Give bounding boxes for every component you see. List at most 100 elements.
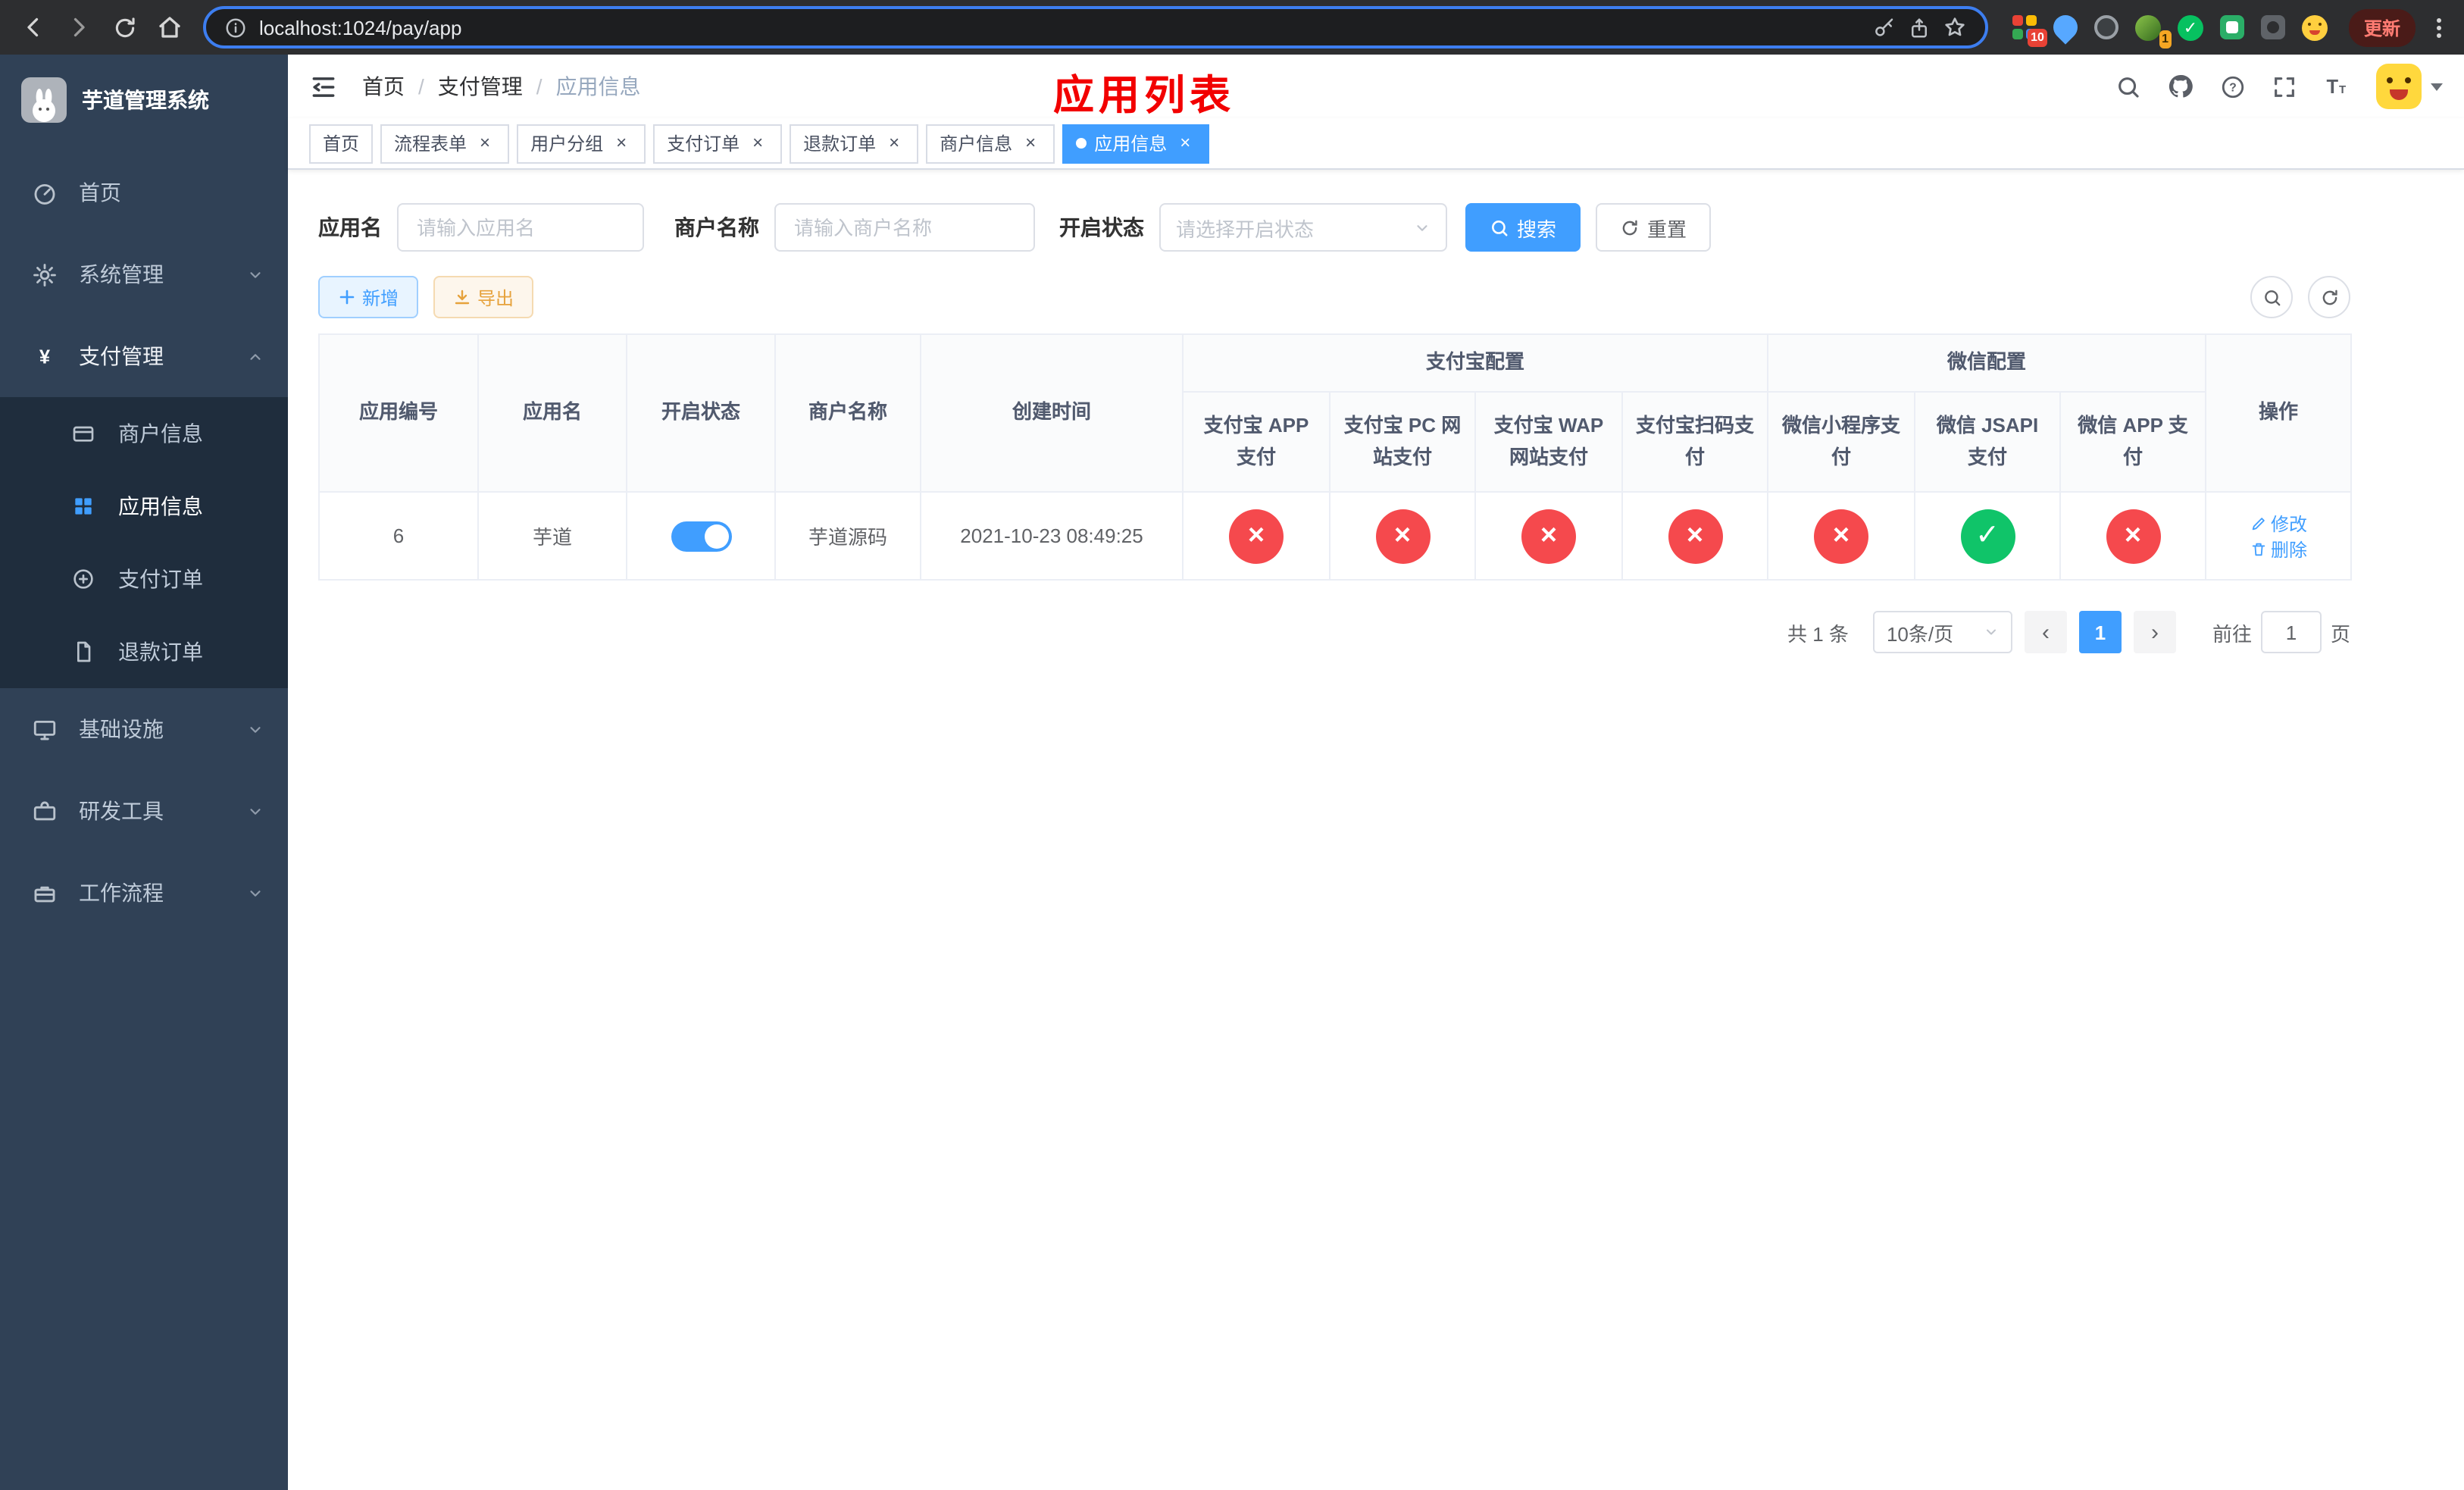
tab-app-info[interactable]: 应用信息 (1062, 124, 1210, 163)
reset-button[interactable]: 重置 (1596, 203, 1712, 252)
close-icon[interactable] (747, 133, 768, 154)
current-page-button[interactable]: 1 (2078, 611, 2122, 653)
close-icon[interactable] (474, 133, 496, 154)
status-disabled-icon: × (1375, 509, 1430, 563)
group-alipay-config: 支付宝配置 (1181, 333, 1769, 393)
edit-link[interactable]: 修改 (2250, 510, 2307, 536)
app-name-input[interactable] (397, 203, 644, 252)
col-alipay-wap: 支付宝 WAP 网站支付 (1474, 391, 1623, 493)
chevron-up-icon (247, 348, 264, 365)
content: 应用名 商户名称 开启状态 请选择开启状态 搜索 重置 (288, 170, 2464, 1490)
tab-flow-form[interactable]: 流程表单 (380, 124, 510, 163)
extension-smiley-avatar[interactable] (2301, 14, 2328, 40)
browser-reload-icon[interactable] (103, 6, 145, 49)
close-icon[interactable] (611, 133, 632, 154)
payment-submenu: 商户信息 应用信息 支付订单 退款订单 (0, 397, 288, 688)
browser-back-icon[interactable] (12, 6, 55, 49)
extension-puzzle-icon[interactable] (2260, 15, 2285, 39)
sidebar-item-payment[interactable]: ¥ 支付管理 (0, 315, 288, 397)
tab-merchant-info[interactable]: 商户信息 (926, 124, 1055, 163)
col-alipay-app: 支付宝 APP 支付 (1182, 391, 1330, 493)
refresh-table-button[interactable] (2308, 276, 2350, 318)
page-size-select[interactable]: 10条/页 (1872, 611, 2012, 653)
extension-green-square-icon[interactable] (2219, 15, 2244, 39)
goto-page-input[interactable] (2260, 611, 2322, 653)
export-button[interactable]: 导出 (433, 276, 534, 318)
col-alipay-pc: 支付宝 PC 网站支付 (1329, 391, 1476, 493)
browser-home-icon[interactable] (149, 6, 191, 49)
sidebar-item-home[interactable]: 首页 (0, 152, 288, 233)
tab-pay-order[interactable]: 支付订单 (653, 124, 783, 163)
site-info-icon[interactable] (224, 16, 247, 39)
page-title: 应用列表 (1053, 73, 1235, 118)
address-bar[interactable]: localhost:1024/pay/app (203, 6, 1988, 49)
sidebar-logo[interactable]: 芋道管理系统 (0, 55, 288, 146)
sidebar-subitem-merchant-info[interactable]: 商户信息 (0, 397, 288, 470)
sidebar-subitem-refund-order[interactable]: 退款订单 (0, 615, 288, 688)
prev-page-button[interactable] (2024, 611, 2067, 653)
breadcrumb-payment[interactable]: 支付管理 (438, 71, 523, 102)
browser-menu-icon[interactable] (2425, 17, 2452, 37)
github-icon[interactable] (2167, 73, 2194, 100)
tab-refund-order[interactable]: 退款订单 (790, 124, 919, 163)
next-page-button[interactable] (2133, 611, 2176, 653)
document-icon (70, 638, 97, 665)
table-header-row: 应用编号 应用名 开启状态 商户名称 创建时间 支付宝配置 微信配置 操作 (318, 333, 2353, 493)
close-icon[interactable] (1020, 133, 1041, 154)
url-text[interactable]: localhost:1024/pay/app (259, 16, 461, 39)
sidebar-subitem-app-info[interactable]: 应用信息 (0, 470, 288, 543)
user-menu[interactable] (2376, 64, 2443, 109)
show-search-button[interactable] (2250, 276, 2293, 318)
extension-dark-circle-icon[interactable] (2093, 15, 2118, 39)
status-toggle[interactable] (671, 521, 731, 551)
sidebar-item-infrastructure[interactable]: 基础设施 (0, 688, 288, 770)
delete-link[interactable]: 删除 (2250, 536, 2307, 562)
extension-colorful-icon[interactable]: 10 (2012, 15, 2047, 47)
sidebar-subitem-payment-order[interactable]: 支付订单 (0, 543, 288, 615)
help-icon[interactable]: ? (2220, 74, 2246, 99)
sidebar: 芋道管理系统 首页 系统管理 ¥ 支付管理 商户信息 应用信息 支付订单 退款订… (0, 55, 288, 1490)
logo-rabbit-icon (21, 77, 67, 123)
status-disabled-icon: × (1814, 509, 1869, 563)
avatar[interactable] (2376, 64, 2422, 109)
sidebar-item-label: 基础设施 (79, 717, 164, 741)
close-icon[interactable] (883, 133, 905, 154)
extension-avatar-icon[interactable]: 1 (2134, 14, 2172, 48)
yen-icon: ¥ (30, 343, 58, 370)
add-button[interactable]: 新增 (318, 276, 419, 318)
sidebar-item-workflow[interactable]: 工作流程 (0, 852, 288, 934)
breadcrumb-separator (418, 74, 424, 99)
gear-icon (30, 261, 58, 288)
chevron-down-icon (1417, 224, 1427, 230)
tab-home[interactable]: 首页 (309, 124, 374, 163)
font-size-icon[interactable]: TT (2323, 73, 2350, 100)
cell-app-name: 芋道 (477, 491, 627, 581)
sidebar-collapse-icon[interactable] (309, 72, 338, 101)
browser-forward-icon[interactable] (58, 6, 100, 49)
tab-user-group[interactable]: 用户分组 (517, 124, 646, 163)
extension-check-icon[interactable]: ✓ (2177, 14, 2203, 40)
fullscreen-icon[interactable] (2272, 74, 2297, 99)
table-toolbar: 新增 导出 (318, 276, 2350, 318)
col-wechat-jsapi: 微信 JSAPI 支付 (1914, 391, 2062, 493)
chevron-down-icon (247, 884, 264, 901)
sidebar-item-label: 工作流程 (79, 881, 164, 905)
chrome-update-button[interactable]: 更新 (2348, 8, 2416, 46)
password-key-icon[interactable] (1873, 16, 1896, 39)
search-icon[interactable] (2115, 74, 2141, 99)
breadcrumb-home[interactable]: 首页 (362, 71, 405, 102)
navbar-right: ? TT (2115, 64, 2443, 109)
group-wechat-config: 微信配置 (1767, 333, 2207, 393)
search-button[interactable]: 搜索 (1465, 203, 1581, 252)
bookmark-star-icon[interactable] (1943, 15, 1967, 39)
chevron-down-icon (247, 266, 264, 283)
sidebar-item-dev-tools[interactable]: 研发工具 (0, 770, 288, 852)
app-title: 芋道管理系统 (82, 88, 209, 112)
sidebar-item-system[interactable]: 系统管理 (0, 233, 288, 315)
share-icon[interactable] (1908, 16, 1931, 39)
sidebar-menu: 首页 系统管理 ¥ 支付管理 商户信息 应用信息 支付订单 退款订单 基础设施 … (0, 146, 288, 934)
extension-drop-icon[interactable] (2048, 10, 2083, 45)
close-icon[interactable] (1174, 133, 1196, 154)
merchant-name-input[interactable] (774, 203, 1035, 252)
status-select[interactable]: 请选择开启状态 (1159, 203, 1447, 252)
